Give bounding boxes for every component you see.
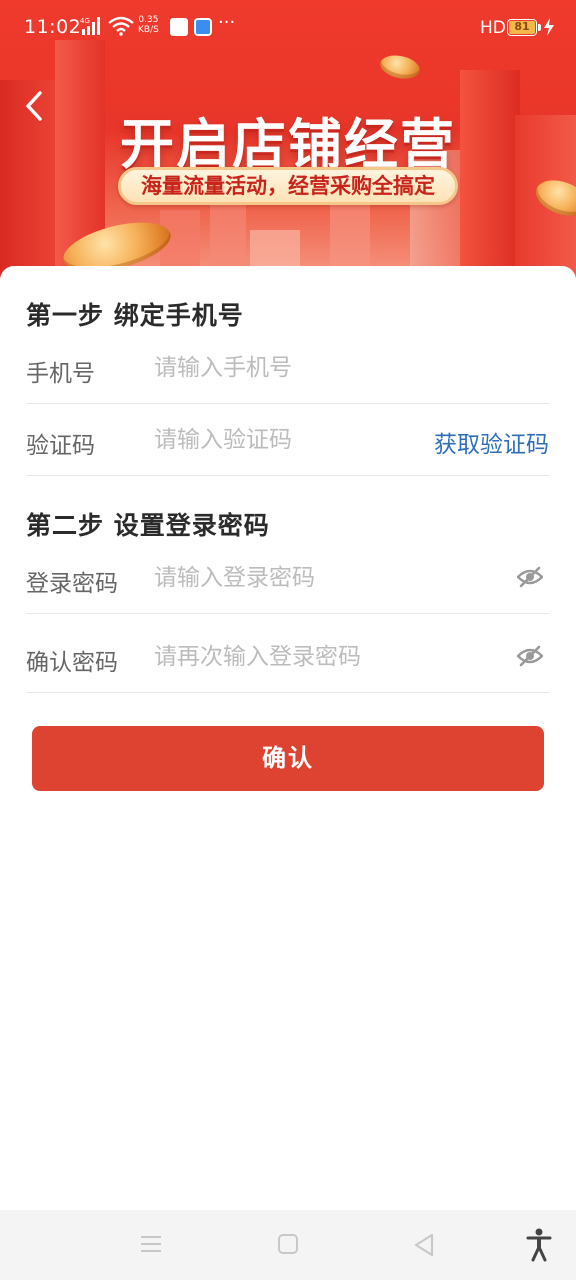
more-notifications-icon: ···: [218, 12, 236, 33]
wifi-icon: [108, 16, 134, 36]
phone-row: 手机号: [26, 332, 549, 404]
eye-hidden-icon[interactable]: [517, 645, 543, 667]
app-notification-icon-2: [194, 18, 212, 36]
confirm-password-label: 确认密码: [26, 650, 118, 676]
status-time: 11:02: [24, 16, 82, 38]
code-input[interactable]: [154, 418, 414, 462]
code-row: 验证码 获取验证码: [26, 404, 549, 476]
get-code-button[interactable]: 获取验证码: [434, 425, 549, 459]
eye-hidden-icon[interactable]: [517, 566, 543, 588]
home-icon[interactable]: [278, 1234, 298, 1254]
password-row: 登录密码: [26, 542, 549, 614]
password-input[interactable]: [154, 556, 484, 600]
network-label: 4G: [80, 17, 90, 25]
password-label: 登录密码: [26, 571, 118, 597]
confirm-password-input[interactable]: [154, 635, 484, 679]
divider: [26, 692, 549, 693]
hd-label: HD: [480, 18, 506, 38]
network-speed-value: 0.35: [138, 15, 159, 25]
step1-title: 第一步 绑定手机号: [26, 301, 244, 330]
battery-tip: [538, 24, 541, 31]
step2-title: 第二步 设置登录密码: [26, 511, 270, 540]
divider: [26, 613, 549, 614]
back-arrow-icon[interactable]: [22, 90, 46, 122]
network-speed: 0.35 KB/S: [138, 15, 159, 35]
status-bar: 11:02 4G 0.35 KB/S ··· HD 81: [0, 0, 576, 58]
network-speed-unit: KB/S: [138, 25, 159, 35]
phone-label: 手机号: [26, 361, 95, 387]
divider: [26, 475, 549, 476]
system-nav-bar: [0, 1210, 576, 1280]
menu-icon[interactable]: [140, 1234, 162, 1254]
app-notification-icon: [170, 18, 188, 36]
confirm-password-row: 确认密码: [26, 621, 549, 693]
signal-icon: 4G: [80, 17, 100, 35]
phone-input[interactable]: [154, 346, 414, 390]
banner-subtitle: 海量流量活动，经营采购全搞定: [118, 167, 458, 205]
battery-level: 81: [509, 21, 535, 34]
accessibility-icon[interactable]: [526, 1228, 552, 1262]
charging-icon: [544, 18, 554, 36]
confirm-button[interactable]: 确认: [32, 726, 544, 791]
code-label: 验证码: [26, 433, 95, 459]
battery-icon: 81: [507, 19, 537, 36]
back-triangle-icon[interactable]: [413, 1233, 435, 1257]
